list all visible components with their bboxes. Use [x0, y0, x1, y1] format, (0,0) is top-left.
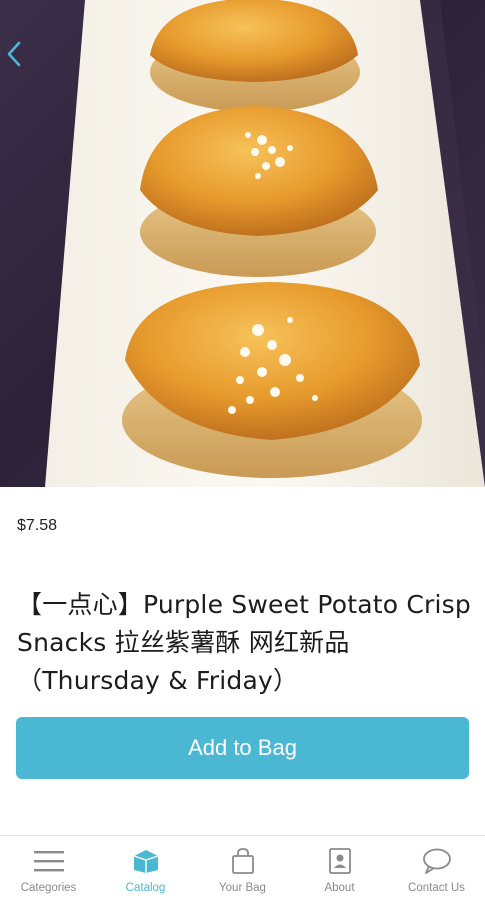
product-price: $7.58 — [17, 517, 58, 534]
add-to-bag-button[interactable]: Add to Bag — [16, 717, 469, 779]
bag-icon — [226, 846, 260, 876]
tab-label: Categories — [20, 882, 77, 894]
tab-label: Catalog — [125, 882, 166, 894]
pastry-photo — [45, 0, 485, 487]
contact-card-icon — [323, 846, 357, 876]
tab-categories[interactable]: Categories — [0, 836, 97, 900]
tab-your-bag[interactable]: Your Bag — [194, 836, 291, 900]
chat-bubble-icon — [420, 846, 454, 876]
tab-contact-us[interactable]: Contact Us — [388, 836, 485, 900]
tab-catalog[interactable]: Catalog — [97, 836, 194, 900]
product-title: 【一点心】Purple Sweet Potato Crisp Snacks 拉丝… — [17, 590, 471, 695]
box-icon — [129, 846, 163, 876]
bottom-tab-bar: Categories Catalog Your Bag About Contac… — [0, 835, 485, 900]
chevron-left-icon — [7, 41, 21, 67]
back-button[interactable] — [6, 40, 34, 80]
tab-label: About — [324, 882, 355, 894]
product-image — [0, 0, 485, 487]
menu-icon — [32, 846, 66, 876]
tab-label: Contact Us — [408, 882, 465, 894]
tab-label: Your Bag — [219, 882, 266, 894]
tab-about[interactable]: About — [291, 836, 388, 900]
